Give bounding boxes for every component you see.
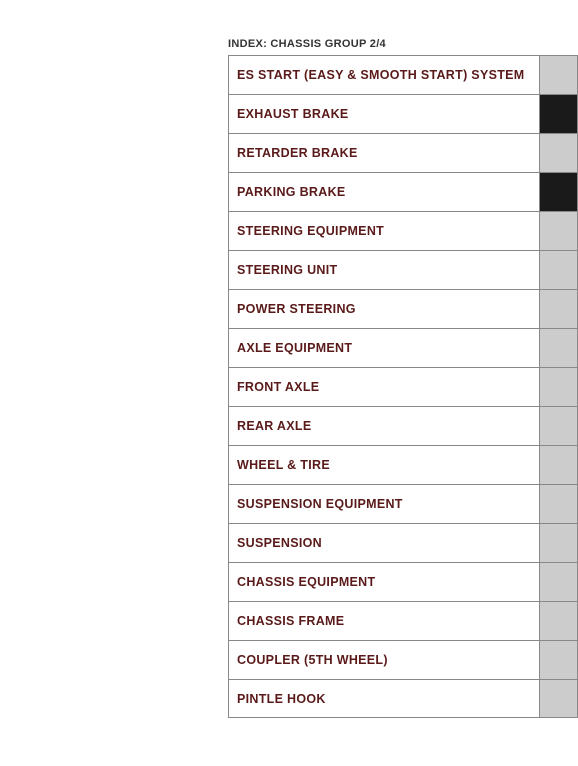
table-row[interactable]: COUPLER (5TH WHEEL) bbox=[228, 640, 578, 679]
row-indicator-axle-equipment bbox=[539, 329, 577, 367]
table-container: ES START (EASY & SMOOTH START) SYSTEM EXH… bbox=[228, 55, 578, 718]
row-indicator-suspension-equipment bbox=[539, 485, 577, 523]
row-label-es-start: ES START (EASY & SMOOTH START) SYSTEM bbox=[229, 68, 539, 82]
row-label-front-axle: FRONT AXLE bbox=[229, 380, 539, 394]
row-label-suspension-equipment: SUSPENSION EQUIPMENT bbox=[229, 497, 539, 511]
table-row[interactable]: RETARDER BRAKE bbox=[228, 133, 578, 172]
row-indicator-pintle-hook bbox=[539, 680, 577, 717]
row-indicator-es-start bbox=[539, 56, 577, 94]
row-indicator-parking-brake bbox=[539, 173, 577, 211]
table-row[interactable]: WHEEL & TIRE bbox=[228, 445, 578, 484]
table-row[interactable]: FRONT AXLE bbox=[228, 367, 578, 406]
row-indicator-coupler-5th-wheel bbox=[539, 641, 577, 679]
row-label-power-steering: POWER STEERING bbox=[229, 302, 539, 316]
row-label-pintle-hook: PINTLE HOOK bbox=[229, 692, 539, 706]
row-indicator-rear-axle bbox=[539, 407, 577, 445]
row-indicator-chassis-frame bbox=[539, 602, 577, 640]
table-row[interactable]: SUSPENSION EQUIPMENT bbox=[228, 484, 578, 523]
row-label-chassis-equipment: CHASSIS EQUIPMENT bbox=[229, 575, 539, 589]
row-label-retarder-brake: RETARDER BRAKE bbox=[229, 146, 539, 160]
row-indicator-steering-unit bbox=[539, 251, 577, 289]
row-indicator-front-axle bbox=[539, 368, 577, 406]
table-row[interactable]: SUSPENSION bbox=[228, 523, 578, 562]
row-label-wheel-tire: WHEEL & TIRE bbox=[229, 458, 539, 472]
row-indicator-exhaust-brake bbox=[539, 95, 577, 133]
table-row[interactable]: CHASSIS EQUIPMENT bbox=[228, 562, 578, 601]
table-row[interactable]: PARKING BRAKE bbox=[228, 172, 578, 211]
row-indicator-retarder-brake bbox=[539, 134, 577, 172]
row-label-coupler-5th-wheel: COUPLER (5TH WHEEL) bbox=[229, 653, 539, 667]
row-label-axle-equipment: AXLE EQUIPMENT bbox=[229, 341, 539, 355]
index-label: INDEX: CHASSIS GROUP 2/4 bbox=[228, 38, 386, 50]
row-label-steering-equipment: STEERING EQUIPMENT bbox=[229, 224, 539, 238]
row-indicator-suspension bbox=[539, 524, 577, 562]
table-row[interactable]: EXHAUST BRAKE bbox=[228, 94, 578, 133]
row-indicator-wheel-tire bbox=[539, 446, 577, 484]
table-row[interactable]: CHASSIS FRAME bbox=[228, 601, 578, 640]
row-label-suspension: SUSPENSION bbox=[229, 536, 539, 550]
row-label-chassis-frame: CHASSIS FRAME bbox=[229, 614, 539, 628]
row-indicator-chassis-equipment bbox=[539, 563, 577, 601]
row-label-parking-brake: PARKING BRAKE bbox=[229, 185, 539, 199]
row-label-rear-axle: REAR AXLE bbox=[229, 419, 539, 433]
row-indicator-power-steering bbox=[539, 290, 577, 328]
row-label-steering-unit: STEERING UNIT bbox=[229, 263, 539, 277]
row-label-exhaust-brake: EXHAUST BRAKE bbox=[229, 107, 539, 121]
row-indicator-steering-equipment bbox=[539, 212, 577, 250]
table-row[interactable]: STEERING UNIT bbox=[228, 250, 578, 289]
table-row[interactable]: POWER STEERING bbox=[228, 289, 578, 328]
table-row[interactable]: STEERING EQUIPMENT bbox=[228, 211, 578, 250]
page-container: INDEX: CHASSIS GROUP 2/4 ES START (EASY … bbox=[0, 0, 578, 766]
table-row[interactable]: AXLE EQUIPMENT bbox=[228, 328, 578, 367]
table-row[interactable]: ES START (EASY & SMOOTH START) SYSTEM bbox=[228, 55, 578, 94]
table-row[interactable]: PINTLE HOOK bbox=[228, 679, 578, 718]
table-row[interactable]: REAR AXLE bbox=[228, 406, 578, 445]
